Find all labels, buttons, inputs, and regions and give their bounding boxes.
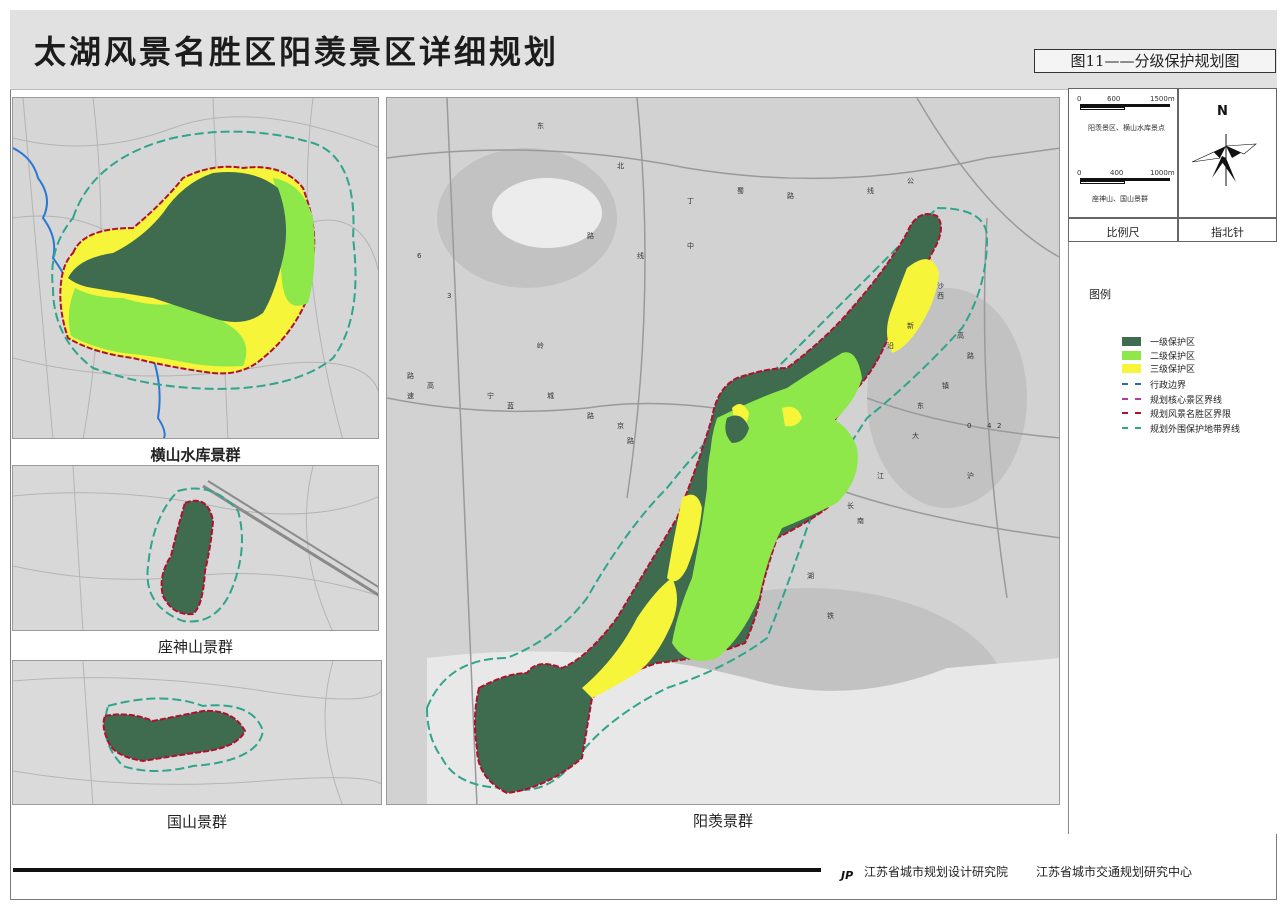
legend-line-sample (1122, 383, 1141, 385)
panel-label-guoshan: 国山景群 (166, 813, 227, 831)
panel-yangxian: 东北丁蜀路线公沙新路镇大江南湖岭蓝城路36042高速高路京路西沿长沪铁中线路宁东 (386, 97, 1060, 805)
legend-item: 一级保护区 (1122, 335, 1272, 348)
map-road-label: 长 (847, 501, 854, 510)
scale-bar-1 (1080, 104, 1170, 112)
legend-item: 行政边界 (1122, 378, 1272, 391)
map-road-label: 铁 (827, 611, 834, 620)
map-road-label: 6 (417, 252, 422, 260)
north-caption: 指北针 (1211, 226, 1244, 239)
legend-item: 规划风景名胜区界限 (1122, 407, 1272, 420)
map-road-label: 路 (627, 436, 634, 445)
panel-hengshan (12, 97, 379, 439)
guoshan-map (13, 661, 381, 804)
scale-bar-2 (1080, 178, 1170, 186)
scale-1-tick-1: 600 (1107, 95, 1121, 103)
panel-zuoshen (12, 465, 379, 631)
scale-2-caption: 座神山、国山景群 (1092, 195, 1148, 203)
legend-swatch (1122, 337, 1141, 346)
footer-org-1: 江苏省城市规划设计研究院 (864, 865, 1009, 879)
legend-label: 规划风景名胜区界限 (1150, 410, 1232, 420)
scale-1-caption: 阳羡景区、横山水库景点 (1088, 124, 1165, 132)
scale-1-tick-2: 1500m (1150, 95, 1175, 103)
map-road-label: 2 (997, 422, 1001, 430)
panel-label-yangxian: 阳羡景群 (692, 812, 753, 830)
map-road-label: 路 (587, 411, 594, 420)
map-road-label: 0 (967, 422, 971, 430)
map-road-label: 高 (427, 381, 434, 390)
map-road-label: 线 (637, 251, 644, 260)
zuoshen-map (13, 466, 378, 630)
map-road-label: 3 (447, 292, 451, 300)
map-road-label: 路 (407, 371, 414, 380)
legend-line-sample (1122, 412, 1141, 414)
map-road-label: 镇 (942, 381, 949, 390)
north-arrow-letter: N (1217, 104, 1228, 119)
panel-label-hengshan: 横山水库景群 (150, 446, 241, 464)
hengshan-map (13, 98, 378, 438)
legend-label: 规划外围保护地带界线 (1150, 425, 1241, 435)
footer-logo: JP (841, 864, 859, 882)
legend-item: 二级保护区 (1122, 349, 1272, 362)
map-road-label: 东 (537, 121, 544, 130)
legend-line-sample (1122, 427, 1141, 429)
map-road-label: 沿 (887, 341, 894, 350)
map-road-label: 沪 (967, 471, 974, 480)
scale-2-tick-1: 400 (1110, 169, 1124, 177)
map-road-label: 宁 (487, 391, 494, 400)
legend-item: 规划核心景区界线 (1122, 393, 1272, 406)
map-road-label: 丁 (687, 197, 694, 205)
legend-label: 一级保护区 (1150, 338, 1196, 348)
map-road-label: 中 (687, 241, 694, 250)
map-road-label: 速 (407, 392, 414, 400)
north-arrow-icon (1191, 134, 1257, 186)
legend-item: 规划外围保护地带界线 (1122, 422, 1272, 435)
legend-label: 三级保护区 (1150, 365, 1196, 375)
scale-2-tick-2: 1000m (1150, 169, 1175, 177)
map-road-label: 城 (547, 392, 554, 400)
panel-guoshan (12, 660, 382, 805)
map-road-label: 江 (877, 472, 884, 480)
legend-label: 行政边界 (1150, 381, 1187, 391)
map-road-label: 岭 (537, 341, 544, 350)
yangxian-map: 东北丁蜀路线公沙新路镇大江南湖岭蓝城路360 4 2高速高路京路西沿长沪铁中线路宁东 (387, 98, 1059, 804)
figure-label: 图11——分级保护规划图 (1034, 49, 1276, 73)
map-road-label: 蜀 (737, 187, 744, 195)
map-road-label: 西 (937, 292, 944, 300)
map-road-label: 蓝 (507, 401, 514, 410)
map-road-label: 4 (987, 422, 992, 430)
map-road-label: 京 (617, 421, 624, 430)
map-road-label: 高 (957, 331, 964, 340)
scale-2-tick-0: 0 (1077, 169, 1082, 177)
legend-label: 二级保护区 (1150, 352, 1196, 362)
map-road-label: 大 (912, 431, 919, 440)
map-road-label: 东 (917, 401, 924, 410)
legend-swatch (1122, 364, 1141, 373)
scale-caption: 比例尺 (1106, 226, 1140, 239)
legend-line-sample (1122, 398, 1141, 400)
map-road-label: 南 (857, 516, 864, 525)
panel-label-zuoshen: 座神山景群 (157, 638, 233, 656)
map-road-label: 路 (787, 191, 794, 200)
legend-label: 规划核心景区界线 (1150, 396, 1223, 406)
footer-org-2: 江苏省城市交通规划研究中心 (1036, 865, 1193, 879)
map-road-label: 线 (867, 186, 874, 195)
map-road-label: 公 (907, 177, 914, 185)
footer-logo-text: JP (841, 869, 854, 882)
legend-item: 三级保护区 (1122, 362, 1272, 375)
map-title: 太湖风景名胜区阳羡景区详细规划 (34, 33, 560, 71)
map-road-label: 新 (907, 321, 914, 330)
map-road-label: 北 (617, 162, 624, 170)
scale-1-tick-0: 0 (1077, 95, 1082, 103)
legend-swatch (1122, 351, 1141, 360)
legend-title: 图例 (1089, 288, 1111, 301)
map-road-label: 路 (587, 231, 594, 240)
footer-rule (13, 868, 821, 872)
map-road-label: 湖 (807, 571, 814, 580)
map-road-label: 路 (967, 351, 974, 360)
map-road-label: 沙 (937, 282, 944, 290)
